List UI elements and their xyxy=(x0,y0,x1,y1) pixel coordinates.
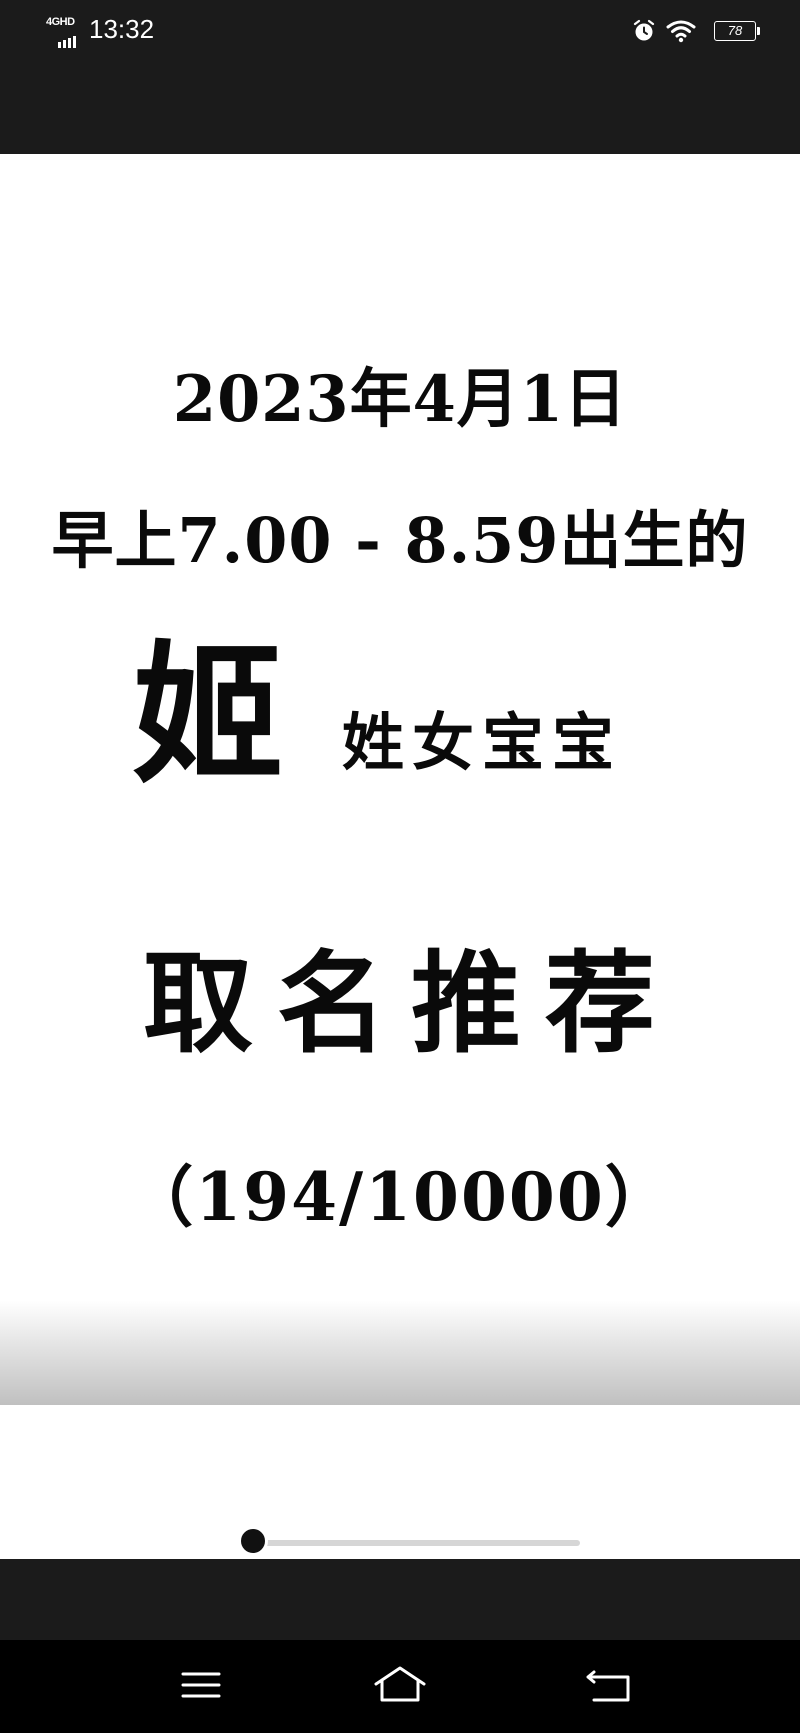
surname-line: 姬 姓女宝宝 xyxy=(0,630,800,800)
status-icons: 78 xyxy=(576,17,760,45)
battery-level: 78 xyxy=(727,23,743,38)
birth-date: 2023年4月1日 xyxy=(172,362,628,437)
surname-suffix: 姓女宝宝 xyxy=(342,706,623,779)
total-time: 00:25 xyxy=(602,1523,668,1553)
status-bar: 4GHD 13:32 78 xyxy=(0,0,800,62)
current-time: 00:00 xyxy=(124,1523,190,1553)
status-time: 13:32 xyxy=(89,14,155,44)
navigation-bar xyxy=(0,1640,800,1733)
seek-bar[interactable] xyxy=(252,1540,580,1546)
menu-icon[interactable] xyxy=(171,1660,231,1710)
birth-time: 早上7.00 - 8.59出生的 xyxy=(51,504,749,577)
alarm-icon xyxy=(633,19,655,41)
controls-overlay xyxy=(0,1300,800,1405)
wifi-icon xyxy=(666,20,696,43)
signal-icon: 4GHD xyxy=(46,16,84,48)
surname: 姬 xyxy=(132,625,284,804)
network-type: 4GHD xyxy=(46,16,75,28)
seek-thumb[interactable] xyxy=(238,1526,268,1556)
video-title: 取名推荐 xyxy=(143,939,679,1068)
play-icon[interactable] xyxy=(48,1517,84,1557)
back-icon[interactable] xyxy=(580,1660,640,1710)
name-count: （194/10000） xyxy=(127,1158,673,1236)
fullscreen-exit-icon[interactable] xyxy=(714,1520,754,1560)
battery-icon: 78 xyxy=(714,21,760,41)
home-icon[interactable] xyxy=(370,1660,430,1710)
